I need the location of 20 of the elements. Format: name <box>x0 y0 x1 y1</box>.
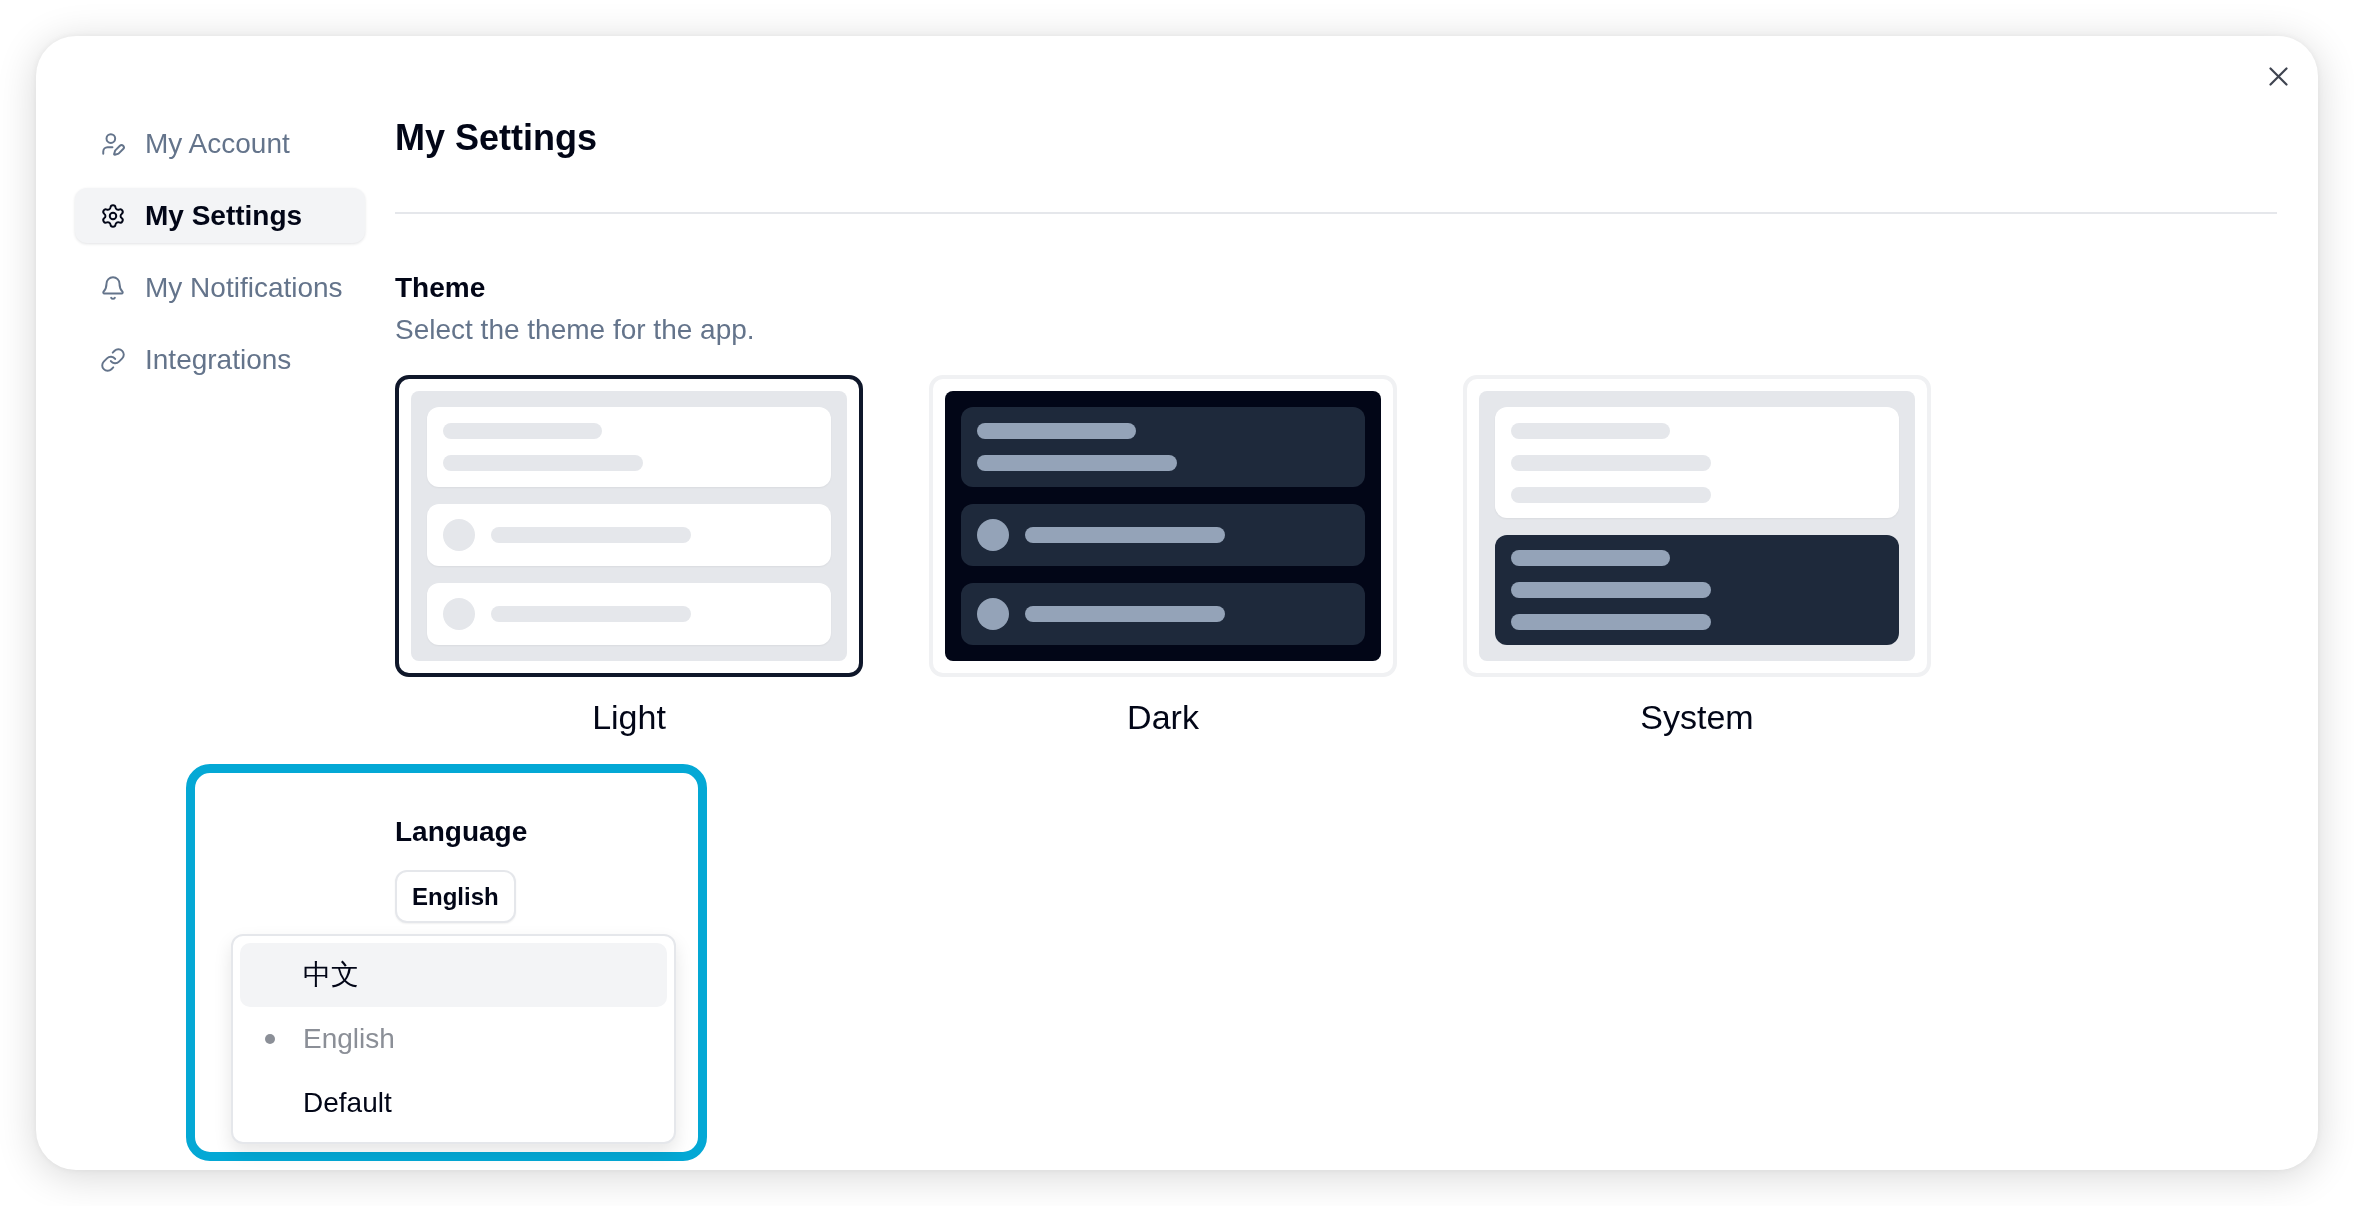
section-title: Language <box>395 815 528 849</box>
theme-label: Dark <box>1127 697 1199 737</box>
sidebar-item[interactable]: Integrations <box>75 332 365 387</box>
theme-label: System <box>1640 697 1754 737</box>
page-title: My Settings <box>395 116 599 160</box>
link-icon <box>100 346 126 373</box>
settings-icon <box>100 202 126 229</box>
menu-item[interactable]: Default <box>240 1071 667 1135</box>
theme-label: Light <box>592 697 666 737</box>
theme-card[interactable] <box>395 375 863 677</box>
user-pencil-icon <box>100 130 126 157</box>
sidebar-item[interactable]: My Account <box>75 116 365 171</box>
menu-item[interactable]: 中文 <box>240 943 667 1007</box>
sidebar-item[interactable]: My Settings <box>75 188 365 243</box>
sidebar-item[interactable]: My Notifications <box>75 260 365 315</box>
close-icon <box>2269 67 2288 86</box>
language-select-button[interactable]: English <box>395 870 516 923</box>
section-title: Theme <box>395 271 487 305</box>
bell-icon <box>100 274 126 301</box>
section-description: Select the theme for the app. <box>395 313 756 347</box>
